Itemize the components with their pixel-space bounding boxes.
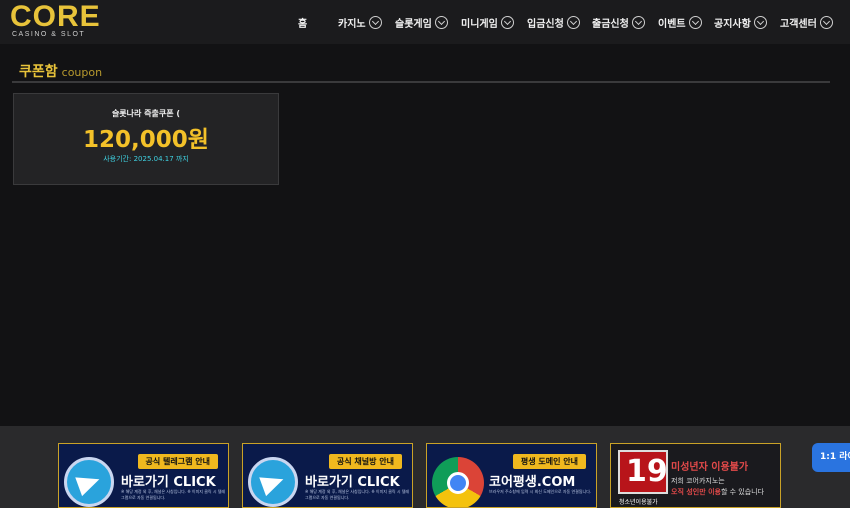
banner-main: 바로가기 CLICK: [305, 475, 400, 490]
telegram-icon: [64, 457, 114, 507]
age-line2-rest: 할 수 있습니다: [720, 488, 765, 496]
nav-label: 슬롯게임: [395, 18, 432, 30]
banner-main: 코어평생.COM: [489, 475, 576, 490]
age-label: 청소년이용불가: [619, 499, 658, 506]
nav-item-support[interactable]: 고객센터: [780, 13, 833, 31]
chevron-down-icon: [500, 15, 514, 29]
logo-wordmark: CORE: [10, 0, 101, 33]
logo-tagline: CASINO & SLOT: [12, 31, 86, 38]
age-main: 미성년자 이용불가: [671, 462, 749, 473]
nav-item-event[interactable]: 이벤트: [658, 13, 702, 31]
title-divider: [12, 81, 830, 83]
nav-label: 카지노: [338, 18, 366, 30]
age-line1: 저희 코어카지노는: [671, 477, 725, 485]
nav-label: 출금신청: [592, 18, 629, 30]
nav-item-casino[interactable]: 카지노: [338, 13, 382, 31]
chevron-down-icon: [819, 15, 833, 29]
nav-item-withdraw[interactable]: 출금신청: [592, 13, 645, 31]
banner-note: ※ 해당 계정 외 후, 채널은 사칭입니다. ※ 이미지 클릭 시 텔레 그램…: [305, 489, 410, 500]
age-line2-highlight: 오직 성인만 이용: [671, 488, 721, 496]
age-number: 19: [626, 454, 668, 489]
nav-item-home[interactable]: 홈: [298, 13, 307, 31]
nav-label: 홈: [298, 18, 308, 30]
core-logo[interactable]: CORE CASINO & SLOT: [10, 0, 102, 40]
age-19-icon: 19: [618, 450, 668, 494]
coupon-card[interactable]: 슬롯나라 즉출쿠폰 ( 120,000원 사용기간: 2025.04.17 까지: [13, 93, 279, 185]
nav-label: 고객센터: [780, 18, 817, 30]
nav-label: 미니게임: [461, 18, 498, 30]
telegram-icon: [248, 457, 298, 507]
nav-label: 입금신청: [527, 18, 564, 30]
page-title-subtitle: coupon: [61, 66, 103, 79]
age-line2: 오직 성인만 이용할 수 있습니다: [671, 487, 764, 497]
age-restriction-banner[interactable]: 19 청소년이용불가 미성년자 이용불가 저희 코어카지노는 오직 성인만 이용…: [610, 443, 781, 508]
banner-note: 브라우저 주소창에 입력 시 최신 도메인으로 자동 연결됩니다.: [489, 489, 592, 494]
chevron-down-icon: [688, 15, 702, 29]
channel-banner[interactable]: 공식 채널방 안내 바로가기 CLICK ※ 해당 계정 외 후, 채널은 사칭…: [242, 443, 413, 508]
domain-banner[interactable]: 평생 도메인 안내 코어평생.COM 브라우저 주소창에 입력 시 최신 도메인…: [426, 443, 597, 508]
banner-head: 평생 도메인 안내: [512, 454, 586, 469]
nav-item-notice[interactable]: 공지사항: [714, 13, 767, 31]
coupon-amount: 120,000원: [83, 127, 209, 153]
chevron-down-icon: [434, 15, 448, 29]
chevron-down-icon: [631, 15, 645, 29]
coupon-name: 슬롯나라 즉출쿠폰 (: [111, 109, 181, 118]
banner-note: ※ 해당 계정 외 후, 채널은 사칭입니다. ※ 이미지 클릭 시 텔레 그램…: [121, 489, 226, 500]
nav-label: 공지사항: [714, 18, 751, 30]
nav-item-minigame[interactable]: 미니게임: [461, 13, 514, 31]
chevron-down-icon: [566, 15, 580, 29]
top-header: CORE CASINO & SLOT 홈 카지노 슬롯게임 미니게임 입금신청 …: [0, 0, 850, 44]
chrome-icon: [432, 457, 484, 507]
chevron-down-icon: [753, 15, 767, 29]
banner-main: 바로가기 CLICK: [121, 475, 216, 490]
telegram-banner[interactable]: 공식 텔레그램 안내 바로가기 CLICK ※ 해당 계정 외 후, 채널은 사…: [58, 443, 229, 508]
nav-label: 이벤트: [658, 18, 686, 30]
nav-item-slot[interactable]: 슬롯게임: [395, 13, 448, 31]
coupon-validity: 사용기간: 2025.04.17 까지: [103, 155, 189, 163]
chevron-down-icon: [368, 15, 382, 29]
live-chat-button[interactable]: 1:1 라이브: [812, 443, 850, 472]
page-title-text: 쿠폰함: [19, 64, 58, 80]
nav-item-deposit[interactable]: 입금신청: [527, 13, 580, 31]
banner-head: 공식 채널방 안내: [328, 454, 402, 469]
banner-head: 공식 텔레그램 안내: [137, 454, 218, 469]
page-title: 쿠폰함 coupon: [19, 61, 102, 81]
